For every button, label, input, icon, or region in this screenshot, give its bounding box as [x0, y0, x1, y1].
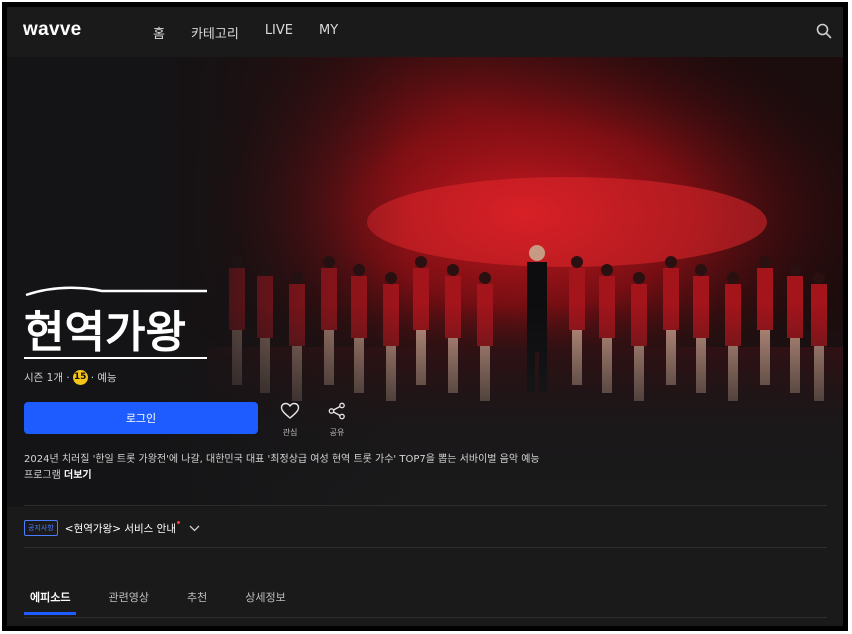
login-button[interactable]: 로그인 — [24, 402, 258, 434]
like-button[interactable]: 관심 — [275, 402, 305, 438]
share-label: 공유 — [329, 428, 345, 437]
hero-gradient-overlay — [7, 57, 843, 507]
share-button[interactable]: 공유 — [322, 402, 352, 438]
description-text: 2024년 치러질 '한일 트롯 가왕전'에 나갈, 대한민국 대표 '최정상급… — [24, 454, 540, 481]
content-tabs: 에피소드 관련영상 추천 상세정보 — [24, 585, 318, 615]
top-header: wavve 홈 카테고리 LIVE MY — [7, 7, 843, 57]
hero-banner: 현역가왕 시즌 1개 · 15 · 예능 로그인 관심 공유 2024년 치러질… — [7, 57, 843, 507]
nav-home[interactable]: 홈 — [153, 23, 165, 42]
more-link[interactable]: 더보기 — [64, 470, 92, 481]
nav-my[interactable]: MY — [319, 23, 338, 42]
main-nav: 홈 카테고리 LIVE MY — [153, 23, 364, 42]
window-frame: wavve 홈 카테고리 LIVE MY 현역가왕 시즌 1개 · 15 · 예… — [2, 2, 848, 631]
nav-live[interactable]: LIVE — [265, 23, 293, 42]
age-rating-badge: 15 — [72, 370, 88, 385]
chevron-down-icon[interactable] — [189, 525, 200, 532]
tab-related-videos[interactable]: 관련영상 — [102, 585, 154, 615]
search-icon[interactable] — [815, 22, 833, 40]
nav-category[interactable]: 카테고리 — [191, 23, 239, 42]
tab-details[interactable]: 상세정보 — [239, 585, 291, 615]
wavve-logo[interactable]: wavve — [23, 19, 82, 41]
divider-top — [24, 505, 827, 506]
show-meta: 시즌 1개 · 15 · 예능 — [24, 370, 117, 385]
like-label: 관심 — [282, 428, 298, 437]
heart-icon — [280, 402, 300, 419]
notice-badge: 공지사항 — [24, 520, 58, 536]
tabs-underline — [24, 617, 827, 618]
new-dot-indicator — [176, 520, 180, 524]
show-title-logo: 현역가왕 — [24, 286, 207, 359]
tab-episodes[interactable]: 에피소드 — [24, 585, 77, 615]
divider-bottom — [24, 547, 827, 548]
genre-label: · 예능 — [90, 372, 117, 384]
notice-text: <현역가왕> 서비스 안내 — [64, 522, 176, 535]
app: wavve 홈 카테고리 LIVE MY 현역가왕 시즌 1개 · 15 · 예… — [7, 7, 843, 626]
share-icon — [328, 402, 345, 420]
season-count: 시즌 1개 · — [24, 372, 70, 384]
notice-bar[interactable]: 공지사항 <현역가왕> 서비스 안내 — [24, 520, 200, 536]
tab-recommended[interactable]: 추천 — [181, 585, 213, 615]
show-description: 2024년 치러질 '한일 트롯 가왕전'에 나갈, 대한민국 대표 '최정상급… — [24, 452, 544, 484]
svg-text:현역가왕: 현역가왕 — [24, 307, 186, 358]
